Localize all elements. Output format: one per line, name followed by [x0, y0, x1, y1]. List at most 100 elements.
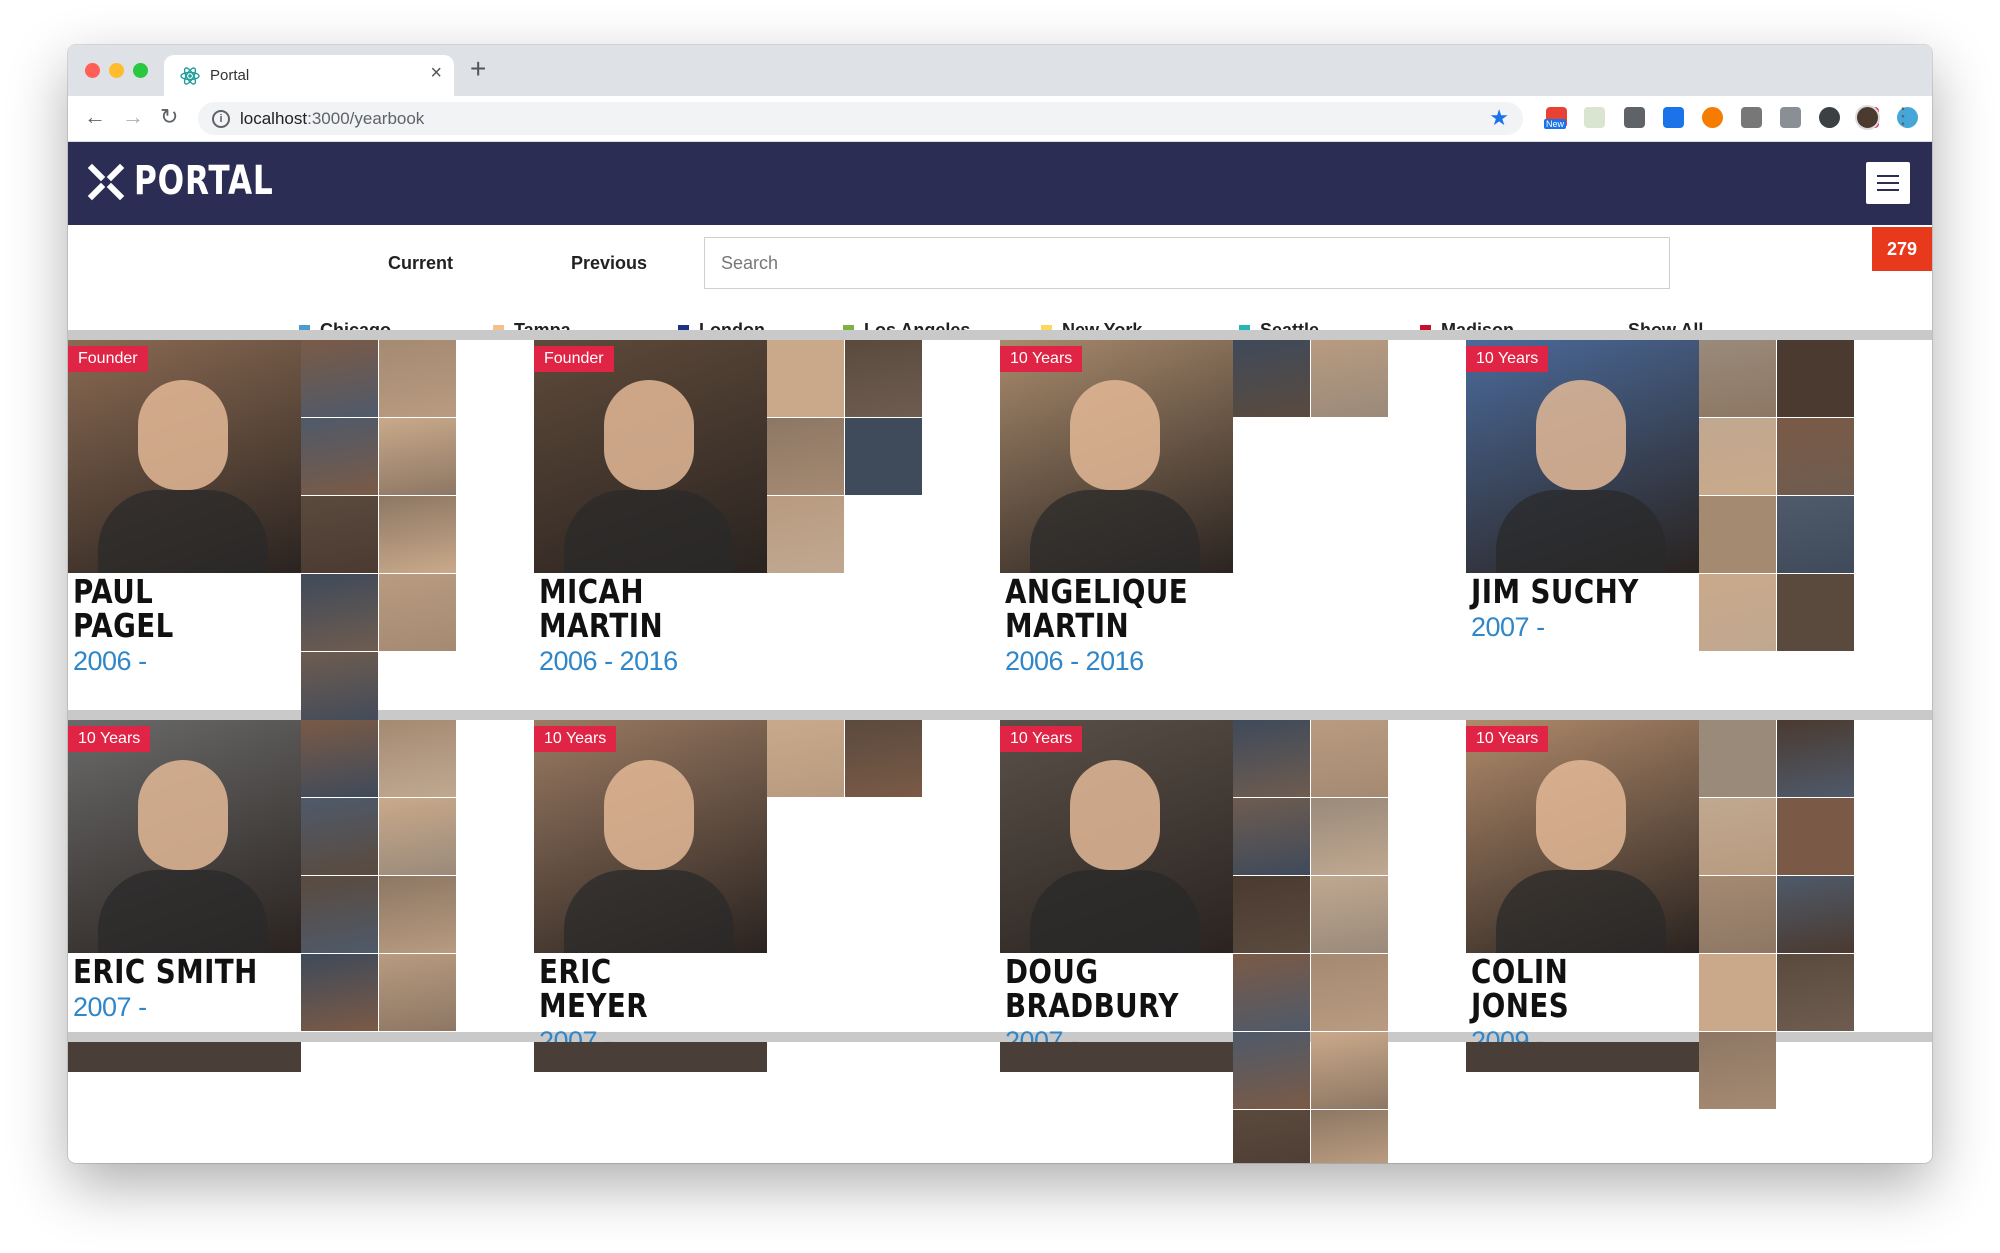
mentee-thumbnail[interactable]: [1777, 418, 1854, 495]
person-portrait[interactable]: 10 Years: [1466, 340, 1699, 573]
person-portrait[interactable]: Founder: [68, 340, 301, 573]
js-extension-icon[interactable]: [1584, 107, 1605, 128]
mentee-thumbnail[interactable]: [845, 720, 922, 797]
mentee-thumbnail[interactable]: [1699, 418, 1776, 495]
person-name[interactable]: Paul Pagel: [73, 575, 262, 643]
mentee-thumbnail[interactable]: [845, 418, 922, 495]
mentee-thumbnail[interactable]: [301, 340, 378, 417]
mentee-thumbnail[interactable]: [379, 340, 456, 417]
portal-logo-text[interactable]: PORTAL: [134, 158, 274, 204]
mentee-thumbnail[interactable]: [301, 720, 378, 797]
mentee-thumbnail[interactable]: [767, 340, 844, 417]
mentee-thumbnail[interactable]: [1311, 954, 1388, 1031]
search-input[interactable]: [704, 237, 1670, 289]
mentee-thumbnail[interactable]: [1233, 340, 1310, 417]
mentee-thumbnail[interactable]: [1777, 954, 1854, 1031]
person-portrait[interactable]: 10 Years: [1000, 720, 1233, 953]
mentee-thumbnail[interactable]: [1233, 1032, 1310, 1109]
mentee-thumbnail[interactable]: [379, 954, 456, 1031]
g-extension-icon[interactable]: [1741, 107, 1762, 128]
mentee-thumbnail[interactable]: [1233, 876, 1310, 953]
mentee-thumbnail[interactable]: [1777, 574, 1854, 651]
screen-extension-icon[interactable]: [1663, 107, 1684, 128]
mentee-thumbnail[interactable]: [379, 720, 456, 797]
mentee-thumbnail[interactable]: [379, 876, 456, 953]
mentee-thumbnail[interactable]: [301, 418, 378, 495]
mentee-thumbnail[interactable]: [1233, 1110, 1310, 1163]
address-bar[interactable]: i localhost:3000/yearbook ★: [198, 102, 1523, 135]
mentee-thumbnail[interactable]: [1777, 720, 1854, 797]
mentee-thumbnail[interactable]: [379, 798, 456, 875]
person-name[interactable]: Doug Bradbury: [1005, 955, 1194, 1023]
next-row-portrait[interactable]: [1000, 1042, 1233, 1072]
mentee-thumbnail[interactable]: [845, 340, 922, 417]
person-portrait[interactable]: Founder: [534, 340, 767, 573]
person-name[interactable]: Angelique Martin: [1005, 575, 1194, 643]
minimize-window-button[interactable]: [109, 63, 124, 78]
forward-arrow-icon[interactable]: →: [122, 104, 144, 130]
orange-extension-icon[interactable]: [1702, 107, 1723, 128]
mentee-thumbnail[interactable]: [1699, 876, 1776, 953]
mentee-thumbnail[interactable]: [767, 418, 844, 495]
person-name[interactable]: Jim Suchy: [1471, 575, 1660, 609]
mentee-thumbnail[interactable]: [301, 496, 378, 573]
mentee-thumbnail[interactable]: [1699, 1032, 1776, 1109]
close-tab-icon[interactable]: ×: [430, 62, 442, 85]
mentee-thumbnail[interactable]: [379, 574, 456, 651]
new-tab-icon[interactable]: +: [470, 55, 486, 83]
mentee-thumbnail[interactable]: [301, 954, 378, 1031]
mentee-thumbnail[interactable]: [767, 720, 844, 797]
mentee-thumbnail[interactable]: [1699, 340, 1776, 417]
mentee-thumbnail[interactable]: [1699, 496, 1776, 573]
reload-icon[interactable]: ↻: [160, 104, 178, 130]
person-portrait[interactable]: 10 Years: [1466, 720, 1699, 953]
person-name[interactable]: Eric Meyer: [539, 955, 728, 1023]
tag-extension-icon[interactable]: [1780, 107, 1801, 128]
mentee-thumbnail[interactable]: [1311, 1032, 1388, 1109]
person-portrait[interactable]: 10 Years: [68, 720, 301, 953]
mentee-thumbnail[interactable]: [1233, 720, 1310, 797]
mentee-thumbnail[interactable]: [301, 652, 378, 729]
profile-avatar[interactable]: [1855, 105, 1880, 130]
portal-logo-icon[interactable]: [86, 162, 126, 202]
calendar-extension-icon[interactable]: [1624, 107, 1645, 128]
mentee-thumbnail[interactable]: [1311, 876, 1388, 953]
back-arrow-icon[interactable]: ←: [84, 104, 106, 130]
sync-extension-icon[interactable]: [1819, 107, 1840, 128]
mentee-thumbnail[interactable]: [379, 418, 456, 495]
person-name[interactable]: Eric Smith: [73, 955, 262, 989]
bookmark-star-icon[interactable]: ★: [1489, 105, 1509, 131]
person-name[interactable]: Colin Jones: [1471, 955, 1660, 1023]
previous-filter-link[interactable]: Previous: [571, 253, 647, 274]
browser-menu-icon[interactable]: ⋮: [1892, 103, 1914, 129]
mentee-thumbnail[interactable]: [379, 496, 456, 573]
extension-new-icon[interactable]: New: [1544, 107, 1567, 129]
mentee-thumbnail[interactable]: [1311, 798, 1388, 875]
next-row-portrait[interactable]: [534, 1042, 767, 1072]
next-row-portrait[interactable]: [68, 1042, 301, 1072]
current-filter-link[interactable]: Current: [388, 253, 453, 274]
mentee-thumbnail[interactable]: [1699, 954, 1776, 1031]
mentee-thumbnail[interactable]: [1777, 496, 1854, 573]
mentee-thumbnail[interactable]: [1311, 340, 1388, 417]
next-row-portrait[interactable]: [1466, 1042, 1699, 1072]
mentee-thumbnail[interactable]: [1777, 340, 1854, 417]
mentee-thumbnail[interactable]: [301, 798, 378, 875]
mentee-thumbnail[interactable]: [1699, 798, 1776, 875]
maximize-window-button[interactable]: [133, 63, 148, 78]
mentee-thumbnail[interactable]: [1233, 954, 1310, 1031]
mentee-thumbnail[interactable]: [1311, 720, 1388, 797]
mentee-thumbnail[interactable]: [301, 876, 378, 953]
browser-tab[interactable]: Portal ×: [164, 55, 454, 96]
mentee-thumbnail[interactable]: [767, 496, 844, 573]
mentee-thumbnail[interactable]: [1699, 574, 1776, 651]
person-portrait[interactable]: 10 Years: [534, 720, 767, 953]
person-portrait[interactable]: 10 Years: [1000, 340, 1233, 573]
mentee-thumbnail[interactable]: [301, 574, 378, 651]
mentee-thumbnail[interactable]: [1699, 720, 1776, 797]
mentee-thumbnail[interactable]: [1777, 876, 1854, 953]
hamburger-menu-button[interactable]: [1866, 162, 1910, 204]
person-name[interactable]: Micah Martin: [539, 575, 728, 643]
mentee-thumbnail[interactable]: [1311, 1110, 1388, 1163]
close-window-button[interactable]: [85, 63, 100, 78]
